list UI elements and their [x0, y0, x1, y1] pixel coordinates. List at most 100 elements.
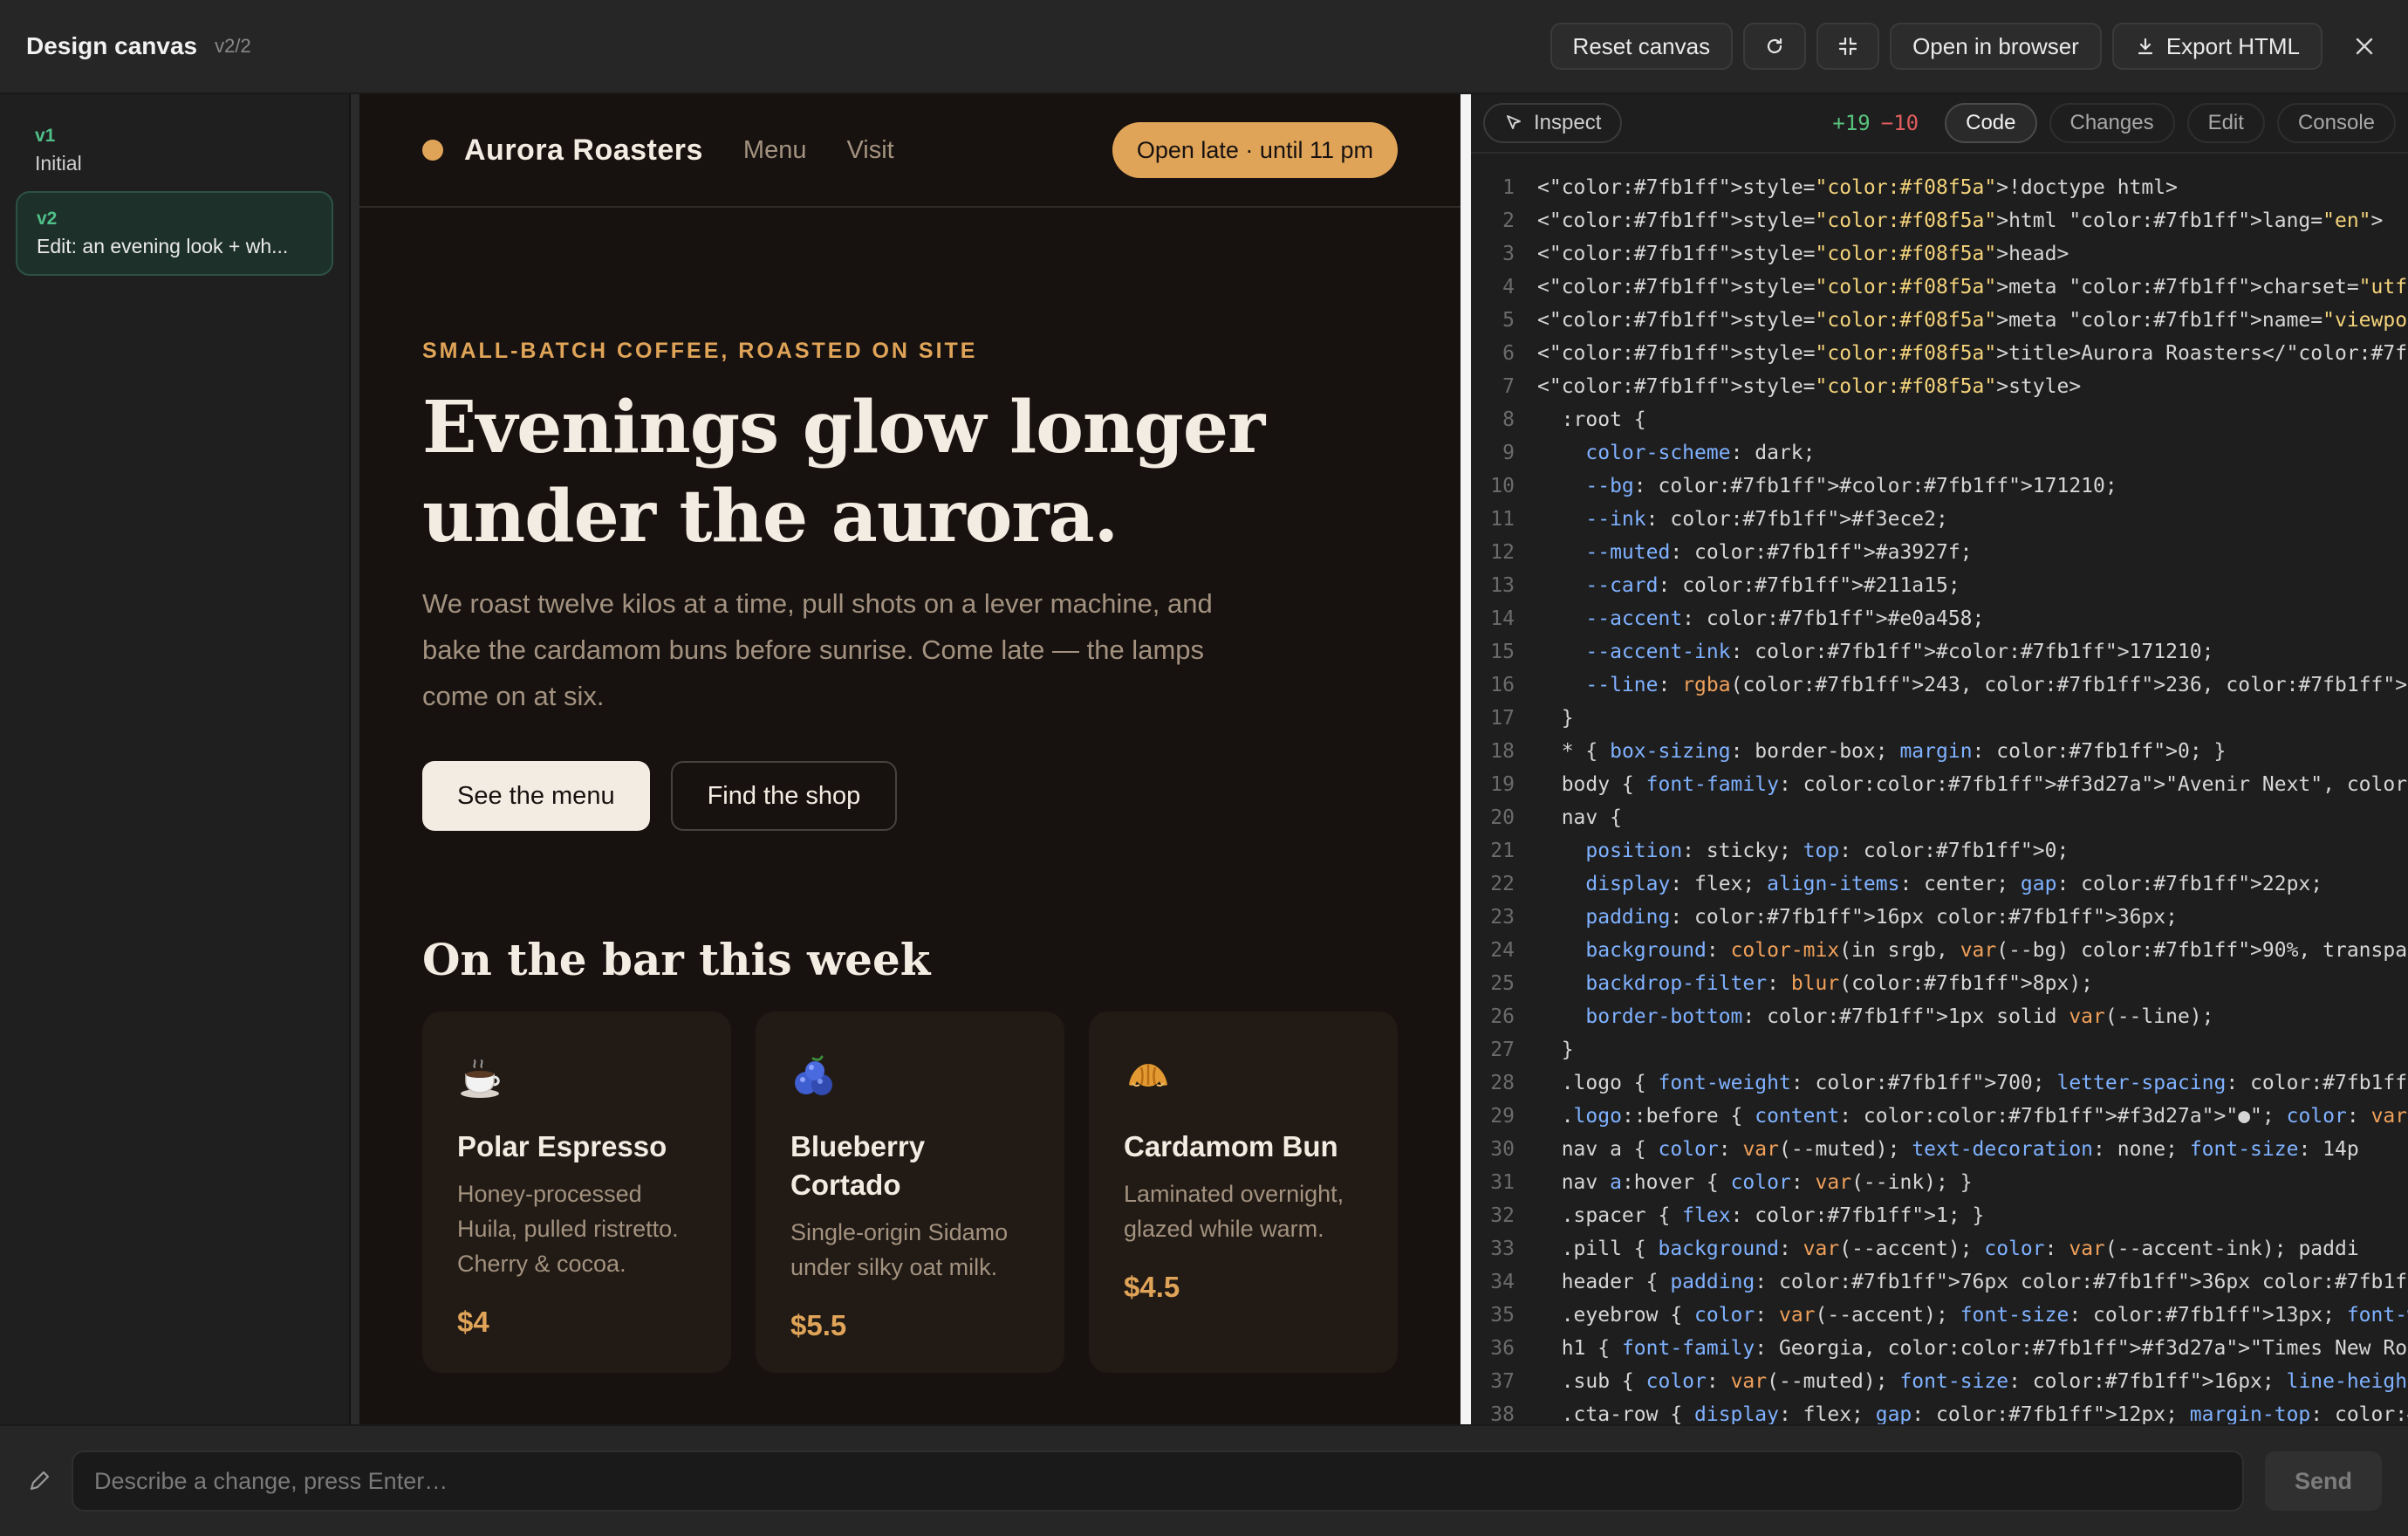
- code-text: nav {: [1537, 806, 1622, 829]
- tab-console[interactable]: Console: [2276, 103, 2396, 143]
- close-button[interactable]: [2347, 29, 2382, 64]
- pencil-icon: [30, 1471, 50, 1491]
- version-list: v1 Initial v2 Edit: an evening look + wh…: [0, 94, 351, 1424]
- code-toolbar: Inspect +19 −10 Code Changes Edit Consol…: [1471, 94, 2408, 154]
- code-line: 21 position: sticky; top: color:#7fb1ff"…: [1471, 834, 2408, 867]
- code-line: 17 }: [1471, 702, 2408, 735]
- line-number: 23: [1490, 906, 1515, 929]
- line-number: 29: [1490, 1105, 1515, 1128]
- code-line: 18 * { box-sizing: border-box; margin: c…: [1471, 735, 2408, 768]
- line-number: 6: [1502, 342, 1515, 365]
- code-line: 24 background: color-mix(in srgb, var(--…: [1471, 934, 2408, 967]
- line-number: 14: [1490, 607, 1515, 630]
- preview-nav: Aurora Roasters Menu Visit Open late · u…: [359, 94, 1461, 208]
- card-name: Cardamom Bun: [1124, 1130, 1338, 1162]
- code-line: 3 <"color:#7fb1ff">style="color:#f08f5a">…: [1471, 237, 2408, 271]
- diff-removed-count: −10: [1880, 111, 1919, 135]
- tab-changes[interactable]: Changes: [2049, 103, 2175, 143]
- code-text: header { padding: color:#7fb1ff">76px co…: [1537, 1271, 2408, 1293]
- version-item-v2[interactable]: v2 Edit: an evening look + wh...: [16, 191, 333, 276]
- code-text: .spacer { flex: color:#7fb1ff">1; }: [1537, 1204, 1985, 1227]
- code-line: 34 header { padding: color:#7fb1ff">76px…: [1471, 1265, 2408, 1299]
- code-text: nav a { color: var(--muted); text-decora…: [1537, 1138, 2359, 1161]
- hero: SMALL-BATCH COFFEE, ROASTED ON SITE Even…: [359, 208, 1461, 831]
- nav-link-menu[interactable]: Menu: [743, 136, 807, 165]
- tab-code[interactable]: Code: [1945, 103, 2037, 143]
- line-number: 3: [1502, 243, 1515, 265]
- code-line: 6 <"color:#7fb1ff">style="color:#f08f5a">…: [1471, 337, 2408, 370]
- code-text: backdrop-filter: blur(color:#7fb1ff">8px…: [1585, 972, 2094, 995]
- cta-row: See the menu Find the shop: [422, 761, 1398, 831]
- card-name: Blueberry Cortado: [790, 1130, 926, 1201]
- code-line: 16 --line: rgba(color:#7fb1ff">243, colo…: [1471, 669, 2408, 702]
- code-text: <"color:#7fb1ff">style="color:#f08f5a">s…: [1537, 375, 2082, 398]
- inspect-button[interactable]: Inspect: [1483, 103, 1623, 143]
- nav-link-visit[interactable]: Visit: [846, 136, 893, 165]
- open-late-pill: Open late · until 11 pm: [1112, 122, 1398, 178]
- blueberry-icon: [795, 1055, 832, 1095]
- line-number: 5: [1502, 309, 1515, 332]
- code-text: --ink: color:#7fb1ff">#f3ece2;: [1585, 508, 1948, 531]
- collapse-button[interactable]: [1816, 23, 1880, 70]
- code-line: 12 --muted: color:#7fb1ff">#a3927f;: [1471, 536, 2408, 569]
- reset-canvas-button[interactable]: Reset canvas: [1549, 23, 1734, 70]
- code-editor[interactable]: 1 <"color:#7fb1ff">style="color:#f08f5a">…: [1471, 154, 2408, 1424]
- code-line: 28 .logo { font-weight: color:#7fb1ff">7…: [1471, 1066, 2408, 1100]
- code-text: background: color-mix(in srgb, var(--bg)…: [1585, 939, 2408, 962]
- code-text: display: flex; align-items: center; gap:…: [1585, 873, 2323, 895]
- line-number: 13: [1490, 574, 1515, 597]
- section-title: On the bar this week: [422, 934, 931, 985]
- refresh-icon: [1768, 38, 1782, 54]
- download-icon: [2138, 38, 2152, 55]
- change-prompt-input[interactable]: [72, 1450, 2244, 1512]
- find-shop-button[interactable]: Find the shop: [670, 761, 898, 831]
- hero-subtitle: We roast twelve kilos at a time, pull sh…: [422, 588, 1213, 711]
- hero-headline: Evenings glow longer under the aurora.: [422, 383, 1398, 561]
- tab-edit[interactable]: Edit: [2186, 103, 2265, 143]
- preview-code-resize-handle[interactable]: [1461, 94, 1471, 1424]
- line-number: 16: [1490, 674, 1515, 696]
- code-text: --accent: color:#7fb1ff">#e0a458;: [1585, 607, 1985, 630]
- site-preview: Aurora Roasters Menu Visit Open late · u…: [359, 94, 1461, 1424]
- code-line: 22 display: flex; align-items: center; g…: [1471, 867, 2408, 901]
- card-price: $4: [457, 1306, 489, 1338]
- code-line: 14 --accent: color:#7fb1ff">#e0a458;: [1471, 602, 2408, 635]
- preview-logo[interactable]: Aurora Roasters: [464, 134, 703, 168]
- code-text: <"color:#7fb1ff">style="color:#f08f5a">m…: [1537, 309, 2408, 332]
- version-tag: v1: [35, 126, 56, 146]
- code-line: 36 h1 { font-family: Georgia, color:colo…: [1471, 1332, 2408, 1365]
- open-in-browser-button[interactable]: Open in browser: [1890, 23, 2102, 70]
- code-line: 26 border-bottom: color:#7fb1ff">1px sol…: [1471, 1000, 2408, 1033]
- see-menu-button[interactable]: See the menu: [422, 761, 650, 831]
- menu-card[interactable]: Polar Espresso Honey-processed Huila, pu…: [422, 1011, 731, 1373]
- version-item-v1[interactable]: v1 Initial: [16, 110, 333, 191]
- card-price: $5.5: [790, 1309, 847, 1341]
- menu-card[interactable]: Blueberry Cortado Single-origin Sidamo u…: [756, 1011, 1064, 1373]
- code-line: 15 --accent-ink: color:#7fb1ff">#color:#…: [1471, 635, 2408, 669]
- top-bar: Design canvas v2/2 Reset canvas Open in …: [0, 0, 2408, 94]
- code-line: 32 .spacer { flex: color:#7fb1ff">1; }: [1471, 1199, 2408, 1232]
- left-resize-handle[interactable]: [351, 94, 359, 1424]
- line-number: 25: [1490, 972, 1515, 995]
- export-html-label: Export HTML: [2165, 32, 2300, 59]
- code-line: 31 nav a:hover { color: var(--ink); }: [1471, 1166, 2408, 1199]
- code-line: 27 }: [1471, 1033, 2408, 1066]
- send-button[interactable]: Send: [2265, 1451, 2382, 1511]
- line-number: 31: [1490, 1171, 1515, 1194]
- menu-card[interactable]: Cardamom Bun Laminated overnight, glazed…: [1089, 1011, 1398, 1373]
- code-line: 8 :root {: [1471, 403, 2408, 436]
- code-line: 10 --bg: color:#7fb1ff">#color:#7fb1ff">…: [1471, 470, 2408, 503]
- code-text: padding: color:#7fb1ff">16px color:#7fb1…: [1585, 906, 2178, 929]
- export-html-button[interactable]: Export HTML: [2111, 23, 2322, 70]
- line-number: 30: [1490, 1138, 1515, 1161]
- code-text: }: [1537, 707, 1574, 730]
- code-line: 35 .eyebrow { color: var(--accent); font…: [1471, 1299, 2408, 1332]
- code-line: 1 <"color:#7fb1ff">style="color:#f08f5a">…: [1471, 171, 2408, 204]
- line-number: 27: [1490, 1039, 1515, 1061]
- line-number: 36: [1490, 1337, 1515, 1360]
- card-description: Honey-processed Huila, pulled ristretto.…: [457, 1181, 679, 1277]
- line-number: 4: [1502, 276, 1515, 298]
- refresh-button[interactable]: [1743, 23, 1807, 70]
- menu-cards: Polar Espresso Honey-processed Huila, pu…: [422, 1011, 1398, 1373]
- code-text: --bg: color:#7fb1ff">#color:#7fb1ff">171…: [1585, 475, 2117, 497]
